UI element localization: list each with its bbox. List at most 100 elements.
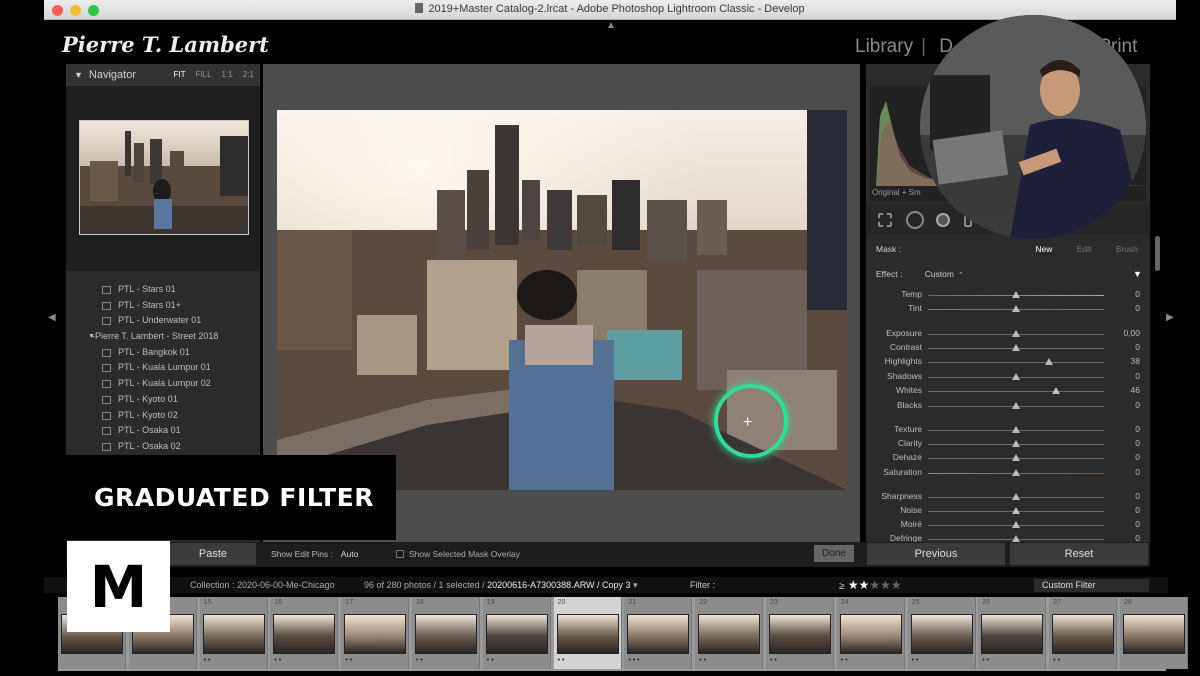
slider-sharpness[interactable]: Sharpness 0 [866, 490, 1150, 504]
slider-dehaze[interactable]: Dehaze 0 [866, 451, 1150, 465]
rating-filter[interactable]: ≥ ★★★★★ [839, 578, 902, 592]
collection-source[interactable]: Collection : 2020-06-00-Me-Chicago [190, 580, 335, 590]
filmstrip-thumbnail[interactable]: 21 • • • [624, 597, 693, 669]
slider-value[interactable]: 0 [1135, 371, 1140, 381]
red-eye-tool-icon[interactable] [936, 213, 950, 227]
preset-item[interactable]: PTL - Kuala Lumpur 02 [66, 376, 260, 392]
filmstrip-thumbnail[interactable]: 26 • • [978, 597, 1047, 669]
slider-saturation[interactable]: Saturation 0 [866, 466, 1150, 480]
preset-item[interactable]: PTL - Stars 01 [66, 282, 260, 298]
star-icon[interactable]: ★ [869, 578, 880, 592]
slider-thumb[interactable] [1012, 344, 1020, 351]
star-icon[interactable]: ★ [848, 578, 859, 592]
filmstrip-thumbnail[interactable]: 16 • • [270, 597, 339, 669]
slider-thumb[interactable] [1012, 402, 1020, 409]
slider-thumb[interactable] [1012, 535, 1020, 542]
slider-highlights[interactable]: Highlights 38 [866, 355, 1150, 369]
mask-new-button[interactable]: New [1035, 244, 1052, 254]
filmstrip-thumbnail[interactable]: 25 • • [907, 597, 976, 669]
slider-shadows[interactable]: Shadows 0 [866, 370, 1150, 384]
preset-item[interactable]: PTL - Kyoto 02 [66, 408, 260, 424]
preset-item[interactable]: PTL - Kuala Lumpur 01 [66, 360, 260, 376]
slider-moir[interactable]: Moiré 0 [866, 518, 1150, 532]
spot-removal-tool-icon[interactable] [906, 211, 924, 229]
slider-exposure[interactable]: Exposure 0,00 [866, 327, 1150, 341]
filmstrip-thumbnail[interactable]: 20 • • [553, 597, 622, 669]
slider-value[interactable]: 0 [1135, 303, 1140, 313]
filmstrip-thumbnail[interactable]: 24 • • [836, 597, 905, 669]
slider-value[interactable]: 0 [1135, 519, 1140, 529]
slider-value[interactable]: 0 [1135, 467, 1140, 477]
slider-thumb[interactable] [1012, 440, 1020, 447]
filmstrip-thumbnail[interactable]: 27 • • [1049, 597, 1118, 669]
preset-item[interactable]: PTL - Bangkok 01 [66, 345, 260, 361]
slider-value[interactable]: 0 [1135, 342, 1140, 352]
slider-thumb[interactable] [1012, 454, 1020, 461]
slider-thumb[interactable] [1012, 305, 1020, 312]
filmstrip-thumbnail[interactable]: 22 • • [695, 597, 764, 669]
slider-noise[interactable]: Noise 0 [866, 504, 1150, 518]
filmstrip-thumbnail[interactable]: 17 • • [341, 597, 410, 669]
slider-blacks[interactable]: Blacks 0 [866, 399, 1150, 413]
folder-expand-triangle-icon[interactable]: ▼ [88, 329, 95, 345]
right-panel-scrollbar[interactable] [1155, 236, 1160, 271]
slider-thumb[interactable] [1012, 291, 1020, 298]
navigator-preview[interactable] [79, 120, 249, 235]
rating-stars[interactable]: ★★★★★ [848, 578, 902, 592]
preset-item[interactable]: PTL - Underwater 01 [66, 313, 260, 329]
slider-value[interactable]: 0 [1135, 491, 1140, 501]
star-icon[interactable]: ★ [891, 578, 902, 592]
crop-tool-icon[interactable] [878, 213, 892, 227]
slider-texture[interactable]: Texture 0 [866, 423, 1150, 437]
slider-whites[interactable]: Whites 46 [866, 384, 1150, 398]
zoom-fill[interactable]: FILL [196, 70, 212, 79]
slider-track[interactable] [928, 391, 1104, 392]
module-library[interactable]: Library [855, 36, 913, 57]
mask-edit-button[interactable]: Edit [1077, 244, 1092, 254]
slider-tint[interactable]: Tint 0 [866, 302, 1150, 316]
mask-overlay-checkbox[interactable]: Show Selected Mask Overlay [396, 549, 520, 559]
edit-pins-select[interactable]: Auto [341, 549, 359, 559]
navigator-header[interactable]: ▼ Navigator FIT FILL 1:1 2:1 [66, 64, 260, 86]
star-icon[interactable]: ★ [859, 578, 870, 592]
slider-value[interactable]: 0 [1135, 289, 1140, 299]
slider-value[interactable]: 46 [1131, 385, 1140, 395]
slider-value[interactable]: 0 [1135, 424, 1140, 434]
slider-thumb[interactable] [1012, 469, 1020, 476]
filmstrip[interactable]: 15 • • 16 • • 17 • • 18 • • 19 • • 20 • • 21 • • • 22 •… [58, 597, 1188, 671]
slider-value[interactable]: 0,00 [1123, 328, 1140, 338]
preset-item[interactable]: PTL - Stars 01+ [66, 298, 260, 314]
done-button[interactable]: Done [814, 545, 854, 562]
slider-thumb[interactable] [1052, 387, 1061, 394]
star-icon[interactable]: ★ [880, 578, 891, 592]
zoom-fit[interactable]: FIT [173, 70, 185, 79]
slider-thumb[interactable] [1012, 507, 1020, 514]
right-panel-toggle-arrow-icon[interactable]: ▶ [1166, 312, 1174, 323]
mask-brush-button[interactable]: Brush [1116, 244, 1138, 254]
slider-value[interactable]: 0 [1135, 452, 1140, 462]
preset-folder[interactable]: ▼ -Pierre T. Lambert - Street 2018 [66, 329, 260, 345]
filmstrip-thumbnail[interactable]: 23 • • [766, 597, 834, 669]
paste-button[interactable]: Paste [170, 543, 256, 565]
slider-thumb[interactable] [1012, 330, 1020, 337]
custom-filter-select[interactable]: Custom Filter [1034, 579, 1149, 592]
reset-button[interactable]: Reset [1010, 543, 1148, 565]
effect-select[interactable]: Custom [925, 269, 954, 279]
disclosure-triangle-icon[interactable]: ▼ [1133, 269, 1142, 279]
slider-track[interactable] [928, 362, 1104, 363]
slider-value[interactable]: 0 [1135, 438, 1140, 448]
zoom-2-1[interactable]: 2:1 [243, 70, 254, 79]
slider-temp[interactable]: Temp 0 [866, 288, 1150, 302]
slider-value[interactable]: 0 [1135, 400, 1140, 410]
previous-button[interactable]: Previous [867, 543, 1005, 565]
slider-contrast[interactable]: Contrast 0 [866, 341, 1150, 355]
zoom-1-1[interactable]: 1:1 [222, 70, 233, 79]
preset-item[interactable]: PTL - Kyoto 01 [66, 392, 260, 408]
slider-thumb[interactable] [1012, 521, 1020, 528]
left-panel-toggle-arrow-icon[interactable]: ◀ [48, 312, 56, 323]
slider-clarity[interactable]: Clarity 0 [866, 437, 1150, 451]
slider-value[interactable]: 38 [1131, 356, 1140, 366]
filmstrip-thumbnail[interactable]: 18 • • [412, 597, 480, 669]
slider-value[interactable]: 0 [1135, 505, 1140, 515]
filmstrip-thumbnail[interactable]: 15 • • [199, 597, 268, 669]
